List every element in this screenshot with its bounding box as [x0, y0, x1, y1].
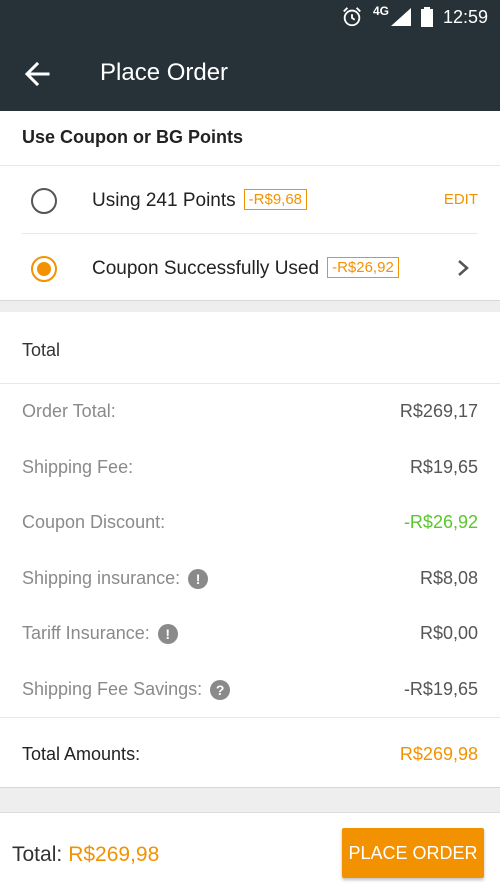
bottom-total: Total: R$269,98	[12, 843, 159, 867]
bottom-total-value: R$269,98	[68, 843, 160, 866]
tariff-insurance-value: R$0,00	[419, 623, 478, 643]
bottom-bar: Total: R$269,98 PLACE ORDER	[0, 812, 500, 889]
battery-icon	[420, 7, 433, 27]
coupon-discount-badge: -R$26,92	[327, 257, 399, 278]
clock: 12:59	[442, 6, 488, 27]
points-option[interactable]: Using 241 Points -R$9,68 EDIT	[0, 167, 500, 233]
shipping-insurance-value: R$8,08	[419, 568, 478, 588]
arrow-left-icon[interactable]	[20, 58, 56, 90]
points-discount-badge: -R$9,68	[243, 189, 308, 210]
shipping-fee-savings-label: Shipping Fee Savings:	[22, 679, 203, 699]
shipping-insurance-label: Shipping insurance:	[22, 568, 181, 588]
shipping-fee-value: R$19,65	[409, 457, 478, 477]
coupon-option-label: Coupon Successfully Used -R$26,92	[92, 257, 399, 280]
bottom-total-label: Total:	[12, 843, 63, 866]
shipping-fee-savings-row: Shipping Fee Savings: ? -R$19,65	[22, 679, 478, 709]
coupon-radio[interactable]	[31, 256, 57, 282]
page-title: Place Order	[100, 59, 229, 86]
order-total-row: Order Total: R$269,17	[22, 401, 478, 431]
network-type: 4G	[372, 4, 389, 18]
coupon-section-title: Use Coupon or BG Points	[22, 127, 244, 147]
order-total-value: R$269,17	[399, 401, 478, 421]
tariff-insurance-label: Tariff Insurance:	[22, 623, 150, 643]
app-bar: Place Order	[0, 36, 500, 111]
shipping-fee-row: Shipping Fee: R$19,65	[22, 457, 478, 487]
total-section-title: Total	[22, 340, 61, 360]
shipping-insurance-label-group: Shipping insurance: !	[22, 568, 478, 589]
coupon-label-text: Coupon Successfully Used	[92, 258, 320, 279]
tariff-insurance-row: Tariff Insurance: ! R$0,00	[22, 623, 478, 653]
signal-icon	[390, 8, 411, 26]
points-radio[interactable]	[31, 188, 57, 214]
chevron-right-icon[interactable]	[456, 259, 470, 277]
alarm-icon	[343, 7, 361, 27]
total-amounts-value: R$269,98	[399, 744, 478, 764]
info-icon[interactable]: !	[188, 568, 209, 589]
divider	[0, 383, 500, 384]
divider	[0, 165, 500, 166]
total-section: Total Order Total: R$269,17 Shipping Fee…	[0, 312, 500, 788]
divider	[0, 717, 500, 718]
help-icon[interactable]: ?	[210, 679, 231, 700]
total-amounts-row: Total Amounts: R$269,98	[22, 744, 478, 774]
tariff-insurance-label-group: Tariff Insurance: !	[22, 623, 478, 644]
edit-points-button[interactable]: EDIT	[444, 191, 478, 208]
points-option-label: Using 241 Points -R$9,68	[92, 189, 308, 212]
info-icon[interactable]: !	[157, 623, 178, 644]
shipping-fee-savings-value: -R$19,65	[403, 679, 478, 699]
coupon-section: Use Coupon or BG Points Using 241 Points…	[0, 111, 500, 301]
shipping-insurance-row: Shipping insurance: ! R$8,08	[22, 568, 478, 598]
coupon-discount-value: -R$26,92	[403, 512, 478, 532]
points-label-text: Using 241 Points	[92, 190, 236, 211]
divider	[22, 233, 478, 234]
status-bar: 4G 12:59	[0, 0, 500, 36]
coupon-option[interactable]: Coupon Successfully Used -R$26,92	[0, 235, 500, 301]
coupon-discount-row: Coupon Discount: -R$26,92	[22, 512, 478, 542]
place-order-button[interactable]: PLACE ORDER	[342, 828, 484, 878]
